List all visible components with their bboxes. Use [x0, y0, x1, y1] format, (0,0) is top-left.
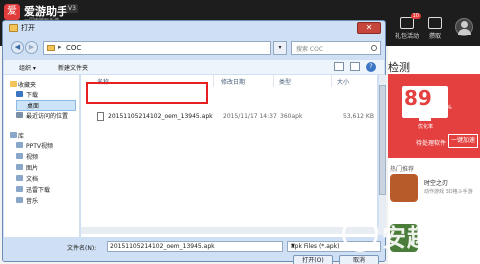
nav-video[interactable]: 视频	[26, 152, 38, 161]
recommend-title: 热门推荐	[390, 166, 415, 173]
app-logo-icon: 爱	[4, 4, 20, 20]
game-thumbnail[interactable]	[390, 174, 418, 202]
breadcrumb-coc[interactable]: COC	[66, 44, 81, 52]
open-file-dialog: 打开 ✕ ◀ ▶ ▸ COC ▾ 搜索 COC 组织 ▾ 新建文件夹 ? 收藏夹…	[2, 20, 386, 264]
vertical-scrollbar[interactable]	[379, 75, 386, 235]
filename-value[interactable]: 20151105214102_oem_13945.apk	[110, 243, 215, 250]
breadcrumb-separator[interactable]: ▸	[58, 43, 62, 51]
nav-download[interactable]: 下载	[26, 90, 38, 99]
column-size[interactable]: 大小	[337, 77, 349, 86]
help-icon[interactable]: ?	[366, 62, 376, 72]
score-label: 优化率	[418, 124, 434, 130]
dialog-title: 打开	[21, 24, 35, 32]
view-options-icon[interactable]	[334, 62, 344, 71]
app-version-badge: V3	[66, 4, 78, 13]
pptv-icon	[16, 142, 23, 148]
organize-menu[interactable]: 组织 ▾	[19, 63, 36, 72]
column-divider[interactable]	[331, 75, 332, 87]
file-size: 53,612 KB	[343, 113, 374, 120]
documents-icon	[16, 175, 23, 181]
highlight-box	[86, 82, 208, 104]
nav-thunder-download[interactable]: 迅雷下载	[26, 185, 50, 194]
one-click-accelerate-button[interactable]: 一键加速	[448, 134, 478, 148]
preview-pane-icon[interactable]	[350, 62, 360, 71]
horizontal-scrollbar[interactable]	[81, 227, 379, 234]
watermark: 安趣网 www.anqu.com	[338, 212, 480, 264]
file-date: 2015/11/17 14:37	[223, 113, 277, 120]
column-date[interactable]: 修改日期	[221, 77, 245, 86]
chevron-down-icon[interactable]: ▼	[291, 243, 295, 249]
folder-icon	[47, 45, 55, 51]
scrollbar-thumb[interactable]	[379, 85, 386, 195]
score-value: 89	[404, 86, 432, 110]
nav-recent[interactable]: 最近访问的位置	[26, 111, 68, 120]
column-divider[interactable]	[213, 75, 214, 87]
folder-icon	[9, 24, 18, 32]
pending-software-label: 待处理软件	[416, 140, 447, 147]
game-name[interactable]: 时空之刃	[424, 178, 448, 187]
score-card: 89 % 优化率 待处理软件 一键加速	[388, 74, 480, 158]
monitor-stand	[419, 118, 431, 121]
nav-pptv[interactable]: PPTV视频	[26, 141, 53, 150]
score-unit: %	[446, 104, 452, 111]
toolbar: 组织 ▾ 新建文件夹 ?	[4, 60, 384, 74]
collect-icon	[428, 17, 442, 29]
collect-button[interactable]: 攒取	[418, 17, 452, 43]
watermark-text: 安趣网	[382, 224, 457, 252]
star-icon	[10, 81, 17, 87]
nav-documents[interactable]: 文档	[26, 174, 38, 183]
video-icon	[16, 153, 23, 159]
filter-value: apk Files (*.apk)	[291, 243, 340, 250]
search-placeholder: 搜索 COC	[296, 46, 324, 53]
back-button[interactable]: ◀	[11, 41, 24, 54]
download-icon	[16, 91, 23, 97]
column-divider[interactable]	[273, 75, 274, 87]
recent-places-icon	[16, 112, 23, 118]
gift-activity-label: 礼包活动	[394, 33, 419, 40]
filename-label: 文件名(N):	[67, 245, 97, 252]
library-icon	[10, 132, 17, 138]
file-row[interactable]: 20151105214102_oem_13945.apk 2015/11/17 …	[91, 111, 375, 123]
column-type[interactable]: 类型	[279, 77, 291, 86]
close-button[interactable]: ✕	[357, 22, 381, 34]
nav-music[interactable]: 音乐	[26, 196, 38, 205]
watermark-url: www.anqu.com	[434, 250, 480, 258]
search-input[interactable]: 搜索 COC	[291, 41, 381, 55]
apk-file-icon	[97, 112, 104, 121]
thunder-download-icon	[16, 186, 23, 192]
file-type: 360apk	[280, 113, 303, 120]
address-bar[interactable]: ▸ COC	[43, 41, 271, 55]
pictures-icon	[16, 164, 23, 170]
navigation-pane: 收藏夹 下载 桌面 最近访问的位置 库 PPTV视频 视频 图片 文档 迅雷下载…	[4, 75, 80, 237]
open-button[interactable]: 打开(O)	[293, 255, 333, 264]
nav-desktop[interactable]: 桌面	[16, 100, 76, 111]
search-icon[interactable]	[371, 45, 377, 51]
nav-favorites[interactable]: 收藏夹	[18, 80, 36, 89]
panel-title: 检测	[388, 61, 410, 74]
nav-library[interactable]: 库	[18, 131, 24, 140]
address-dropdown-button[interactable]: ▾	[273, 41, 287, 55]
music-icon	[16, 197, 23, 203]
gift-icon: 10	[400, 13, 421, 29]
filename-input[interactable]: 20151105214102_oem_13945.apk	[107, 241, 283, 252]
collect-label: 攒取	[428, 33, 441, 40]
nav-pictures[interactable]: 图片	[26, 163, 38, 172]
new-folder-button[interactable]: 新建文件夹	[58, 63, 88, 72]
user-avatar[interactable]	[455, 18, 473, 36]
file-name[interactable]: 20151105214102_oem_13945.apk	[108, 113, 213, 120]
watermark-logo-icon	[342, 216, 378, 252]
forward-button[interactable]: ▶	[25, 41, 38, 54]
game-description: 动作游戏 3D格斗手游	[424, 189, 473, 195]
